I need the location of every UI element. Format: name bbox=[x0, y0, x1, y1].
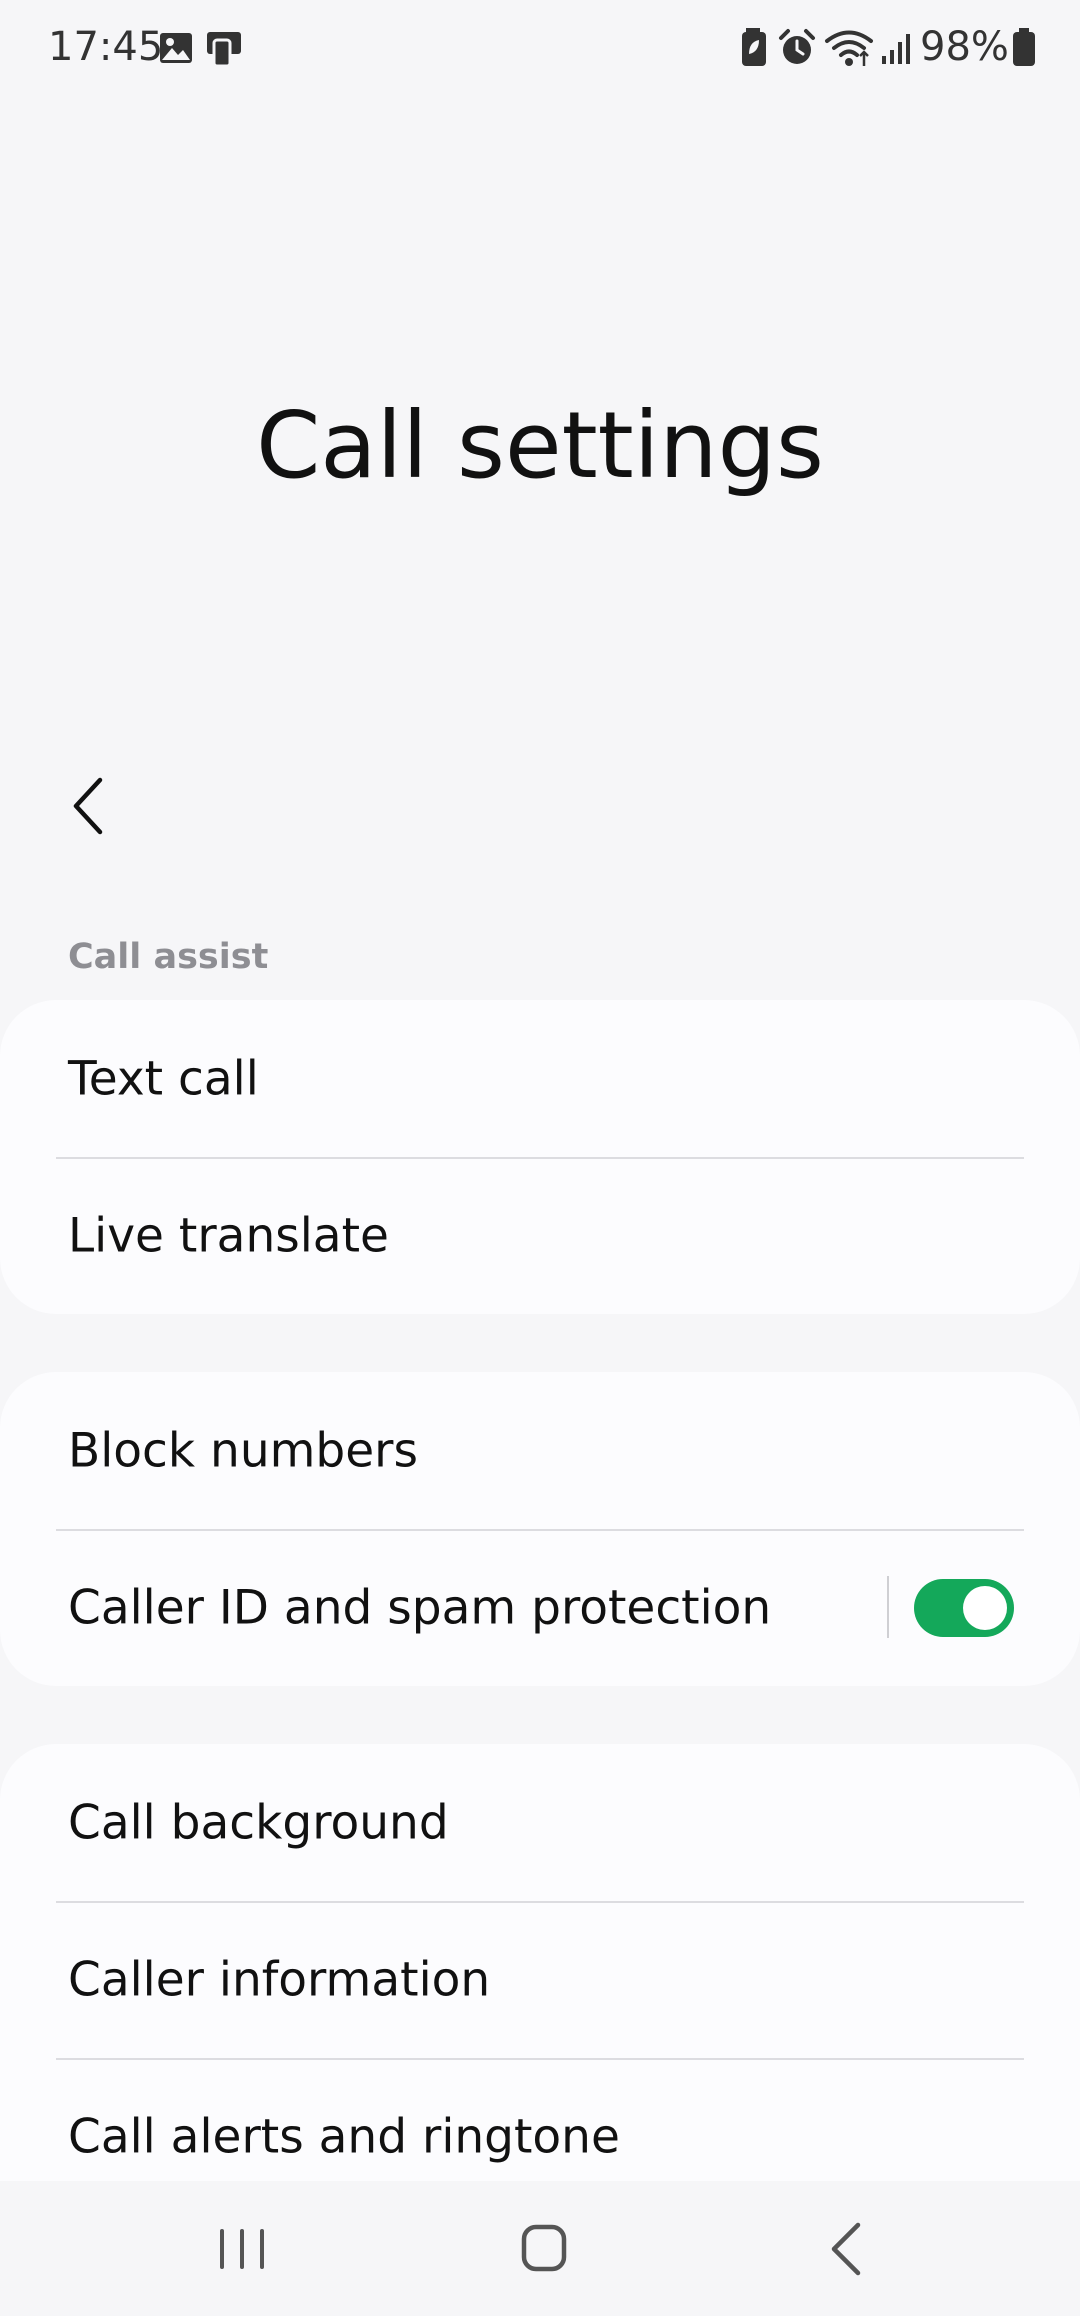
back-icon[interactable] bbox=[806, 2213, 890, 2285]
back-button[interactable] bbox=[56, 770, 120, 842]
gallery-icon bbox=[160, 33, 192, 63]
settings-card-call-assist: Text call Live translate bbox=[0, 1000, 1080, 1314]
setting-label: Call alerts and ringtone bbox=[68, 2109, 620, 2164]
setting-caller-id-spam[interactable]: Caller ID and spam protection bbox=[0, 1529, 1080, 1686]
device-icon bbox=[207, 32, 241, 68]
settings-card-blocking: Block numbers Caller ID and spam protect… bbox=[0, 1372, 1080, 1686]
setting-caller-information[interactable]: Caller information bbox=[0, 1901, 1080, 2058]
setting-text-call[interactable]: Text call bbox=[0, 1000, 1080, 1157]
wifi-icon bbox=[825, 30, 873, 66]
status-bar: 17:45 98% bbox=[0, 0, 1080, 96]
setting-label: Block numbers bbox=[68, 1423, 418, 1478]
toggle-knob bbox=[963, 1586, 1007, 1630]
setting-block-numbers[interactable]: Block numbers bbox=[0, 1372, 1080, 1529]
battery-saver-icon bbox=[742, 28, 766, 66]
page-title: Call settings bbox=[256, 392, 824, 499]
recent-apps-icon[interactable] bbox=[200, 2213, 284, 2285]
signal-icon bbox=[882, 34, 910, 64]
status-time: 17:45 bbox=[48, 24, 164, 70]
battery-percentage: 98% bbox=[920, 24, 1009, 70]
back-arrow-icon bbox=[73, 777, 103, 835]
alarm-icon bbox=[779, 29, 815, 64]
caller-id-spam-toggle[interactable] bbox=[914, 1579, 1014, 1637]
setting-label: Text call bbox=[68, 1051, 259, 1106]
setting-label: Caller ID and spam protection bbox=[68, 1580, 772, 1635]
call-settings-screen: 17:45 98% Call settings Call assist Text… bbox=[0, 0, 1080, 2316]
setting-call-background[interactable]: Call background bbox=[0, 1744, 1080, 1901]
battery-icon bbox=[1013, 28, 1035, 66]
setting-live-translate[interactable]: Live translate bbox=[0, 1157, 1080, 1314]
setting-label: Caller information bbox=[68, 1952, 491, 2007]
home-icon[interactable] bbox=[502, 2213, 586, 2285]
setting-label: Live translate bbox=[68, 1208, 389, 1263]
section-header-call-assist: Call assist bbox=[68, 937, 269, 977]
setting-label: Call background bbox=[68, 1795, 449, 1850]
toggle-separator bbox=[887, 1576, 889, 1638]
navigation-bar bbox=[0, 2181, 1080, 2316]
